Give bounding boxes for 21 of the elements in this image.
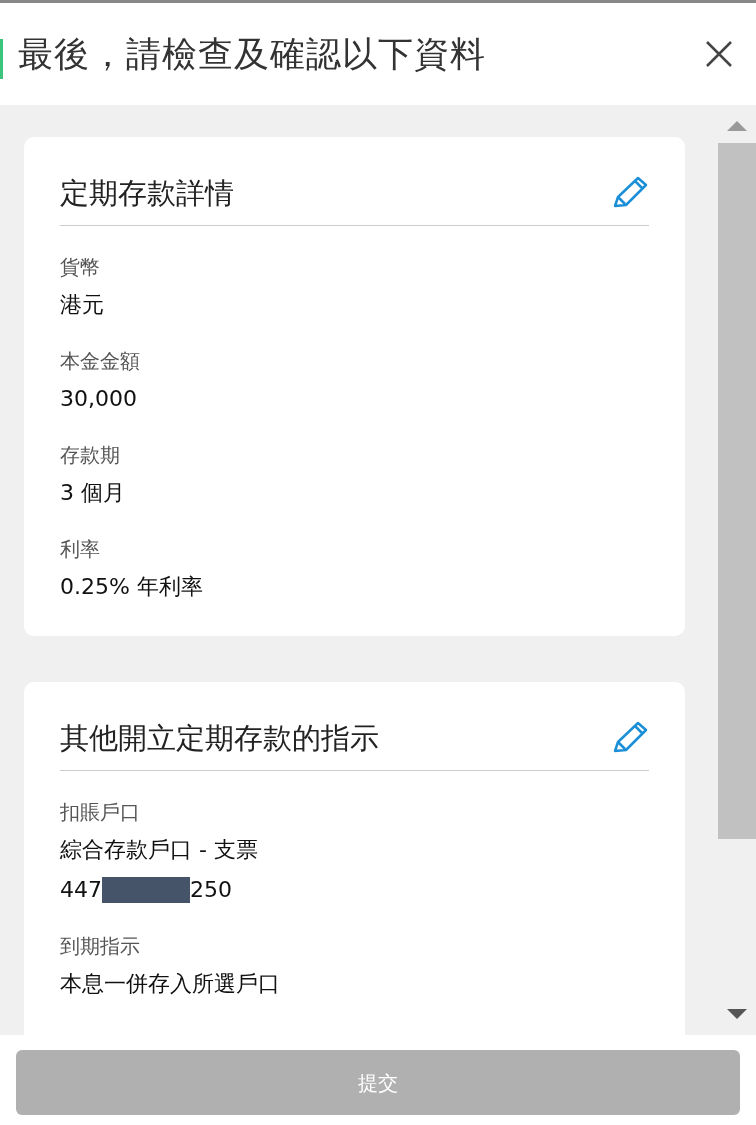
field-value: 本息一併存入所選戶口 bbox=[60, 970, 281, 998]
section-title: 定期存款詳情 bbox=[60, 175, 234, 212]
field-label: 存款期 bbox=[60, 442, 121, 468]
field-value: 30,000 bbox=[60, 385, 138, 413]
scroll-down-icon[interactable] bbox=[727, 1009, 747, 1021]
account-number-start: 447 bbox=[60, 876, 102, 904]
field-label: 貨幣 bbox=[60, 254, 101, 280]
scroll-up-icon[interactable] bbox=[727, 119, 747, 131]
field-label: 本金金額 bbox=[60, 348, 141, 374]
field-label: 扣賬戶口 bbox=[60, 799, 141, 825]
field-value: 綜合存款戶口 - 支票 bbox=[60, 836, 259, 864]
dialog-title: 最後，請檢查及確認以下資料 bbox=[18, 32, 486, 76]
close-icon[interactable] bbox=[704, 39, 734, 69]
account-number-end: 250 bbox=[190, 876, 232, 904]
field-label: 到期指示 bbox=[60, 933, 141, 959]
field-value: 港元 bbox=[60, 291, 105, 319]
field-value: 0.25% 年利率 bbox=[60, 573, 204, 601]
scrollbar-thumb[interactable] bbox=[718, 143, 756, 839]
field-value: 3 個月 bbox=[60, 479, 126, 507]
section-title: 其他開立定期存款的指示 bbox=[60, 720, 379, 757]
field-label: 利率 bbox=[60, 536, 101, 562]
